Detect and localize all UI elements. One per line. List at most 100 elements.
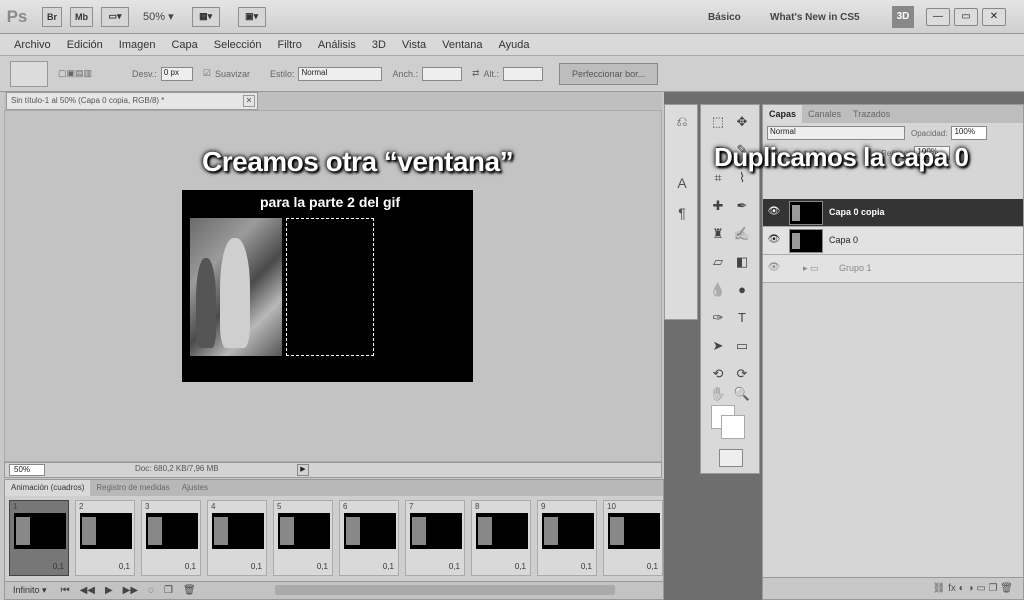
3d-rotate-icon[interactable]: ⟲ bbox=[707, 363, 729, 385]
type-tool-icon[interactable]: T bbox=[731, 307, 753, 329]
close-button[interactable]: ✕ bbox=[982, 8, 1006, 26]
animation-frame[interactable]: 6 0,1 bbox=[339, 500, 399, 576]
opacity-input[interactable]: 100% bbox=[951, 126, 988, 140]
character-panel-icon[interactable]: A bbox=[673, 175, 691, 193]
frame-delay[interactable]: 0,1 bbox=[251, 562, 262, 571]
width-input[interactable] bbox=[421, 66, 462, 81]
menu-archivo[interactable]: Archivo bbox=[14, 39, 51, 51]
animation-frame[interactable]: 2 0,1 bbox=[75, 500, 135, 576]
workspace-whats-new[interactable]: What's New in CS5 bbox=[770, 12, 860, 23]
menu-3d[interactable]: 3D bbox=[372, 39, 386, 51]
frame-delay[interactable]: 0,1 bbox=[515, 562, 526, 571]
quick-mask-button[interactable] bbox=[719, 449, 743, 467]
tab-measurement-log[interactable]: Registro de medidas bbox=[90, 480, 175, 496]
frame-delay[interactable]: 0,1 bbox=[317, 562, 328, 571]
workspace-basico[interactable]: Básico bbox=[708, 12, 741, 23]
3d-orbit-icon[interactable]: ⟳ bbox=[731, 363, 753, 385]
animation-frame[interactable]: 10 0,1 bbox=[603, 500, 663, 576]
tween-icon[interactable]: ◌ bbox=[148, 585, 154, 596]
swap-icon[interactable]: ⇄ bbox=[472, 68, 480, 79]
animation-frame[interactable]: 4 0,1 bbox=[207, 500, 267, 576]
history-panel-icon[interactable]: ⎌ bbox=[673, 113, 691, 131]
animation-frame[interactable]: 7 0,1 bbox=[405, 500, 465, 576]
maximize-button[interactable]: ▭ bbox=[954, 8, 978, 26]
visibility-eye-icon[interactable]: 👁 bbox=[767, 234, 781, 248]
tab-animation[interactable]: Animación (cuadros) bbox=[5, 480, 91, 496]
refine-edge-button[interactable]: Perfeccionar bor... bbox=[559, 62, 659, 85]
screen-mode-button[interactable]: ▣▾ bbox=[237, 6, 266, 27]
delete-frame-icon[interactable]: 🗑 bbox=[183, 585, 196, 596]
menu-analisis[interactable]: Análisis bbox=[318, 39, 356, 51]
menu-capa[interactable]: Capa bbox=[171, 39, 197, 51]
menu-vista[interactable]: Vista bbox=[402, 39, 426, 51]
menu-imagen[interactable]: Imagen bbox=[119, 39, 156, 51]
selection-mode-icons[interactable]: ▢▣▤▥ bbox=[58, 68, 92, 79]
loop-options-select[interactable]: Infinito ▾ bbox=[13, 585, 47, 596]
blend-mode-select[interactable]: Normal bbox=[767, 126, 905, 140]
next-frame-icon[interactable]: ▶▶ bbox=[123, 585, 138, 596]
frame-delay[interactable]: 0,1 bbox=[185, 562, 196, 571]
animation-frame[interactable]: 3 0,1 bbox=[141, 500, 201, 576]
menu-seleccion[interactable]: Selección bbox=[214, 39, 262, 51]
menu-ayuda[interactable]: Ayuda bbox=[499, 39, 530, 51]
document-tab[interactable]: Sin título-1 al 50% (Capa 0 copia, RGB/8… bbox=[6, 92, 258, 110]
style-select[interactable]: Normal bbox=[298, 66, 383, 81]
gradient-tool-icon[interactable]: ◧ bbox=[731, 251, 753, 273]
frame-delay[interactable]: 0,1 bbox=[581, 562, 592, 571]
feather-input[interactable]: 0 px bbox=[160, 66, 193, 81]
mini-bridge-button[interactable]: Mb bbox=[70, 6, 94, 27]
frame-delay[interactable]: 0,1 bbox=[647, 562, 658, 571]
clone-stamp-icon[interactable]: ♜ bbox=[707, 223, 729, 245]
zoom-tool-icon[interactable]: 🔍 bbox=[731, 383, 753, 405]
bridge-button[interactable]: Br bbox=[42, 6, 63, 27]
shape-tool-icon[interactable]: ▭ bbox=[731, 335, 753, 357]
duplicate-frame-icon[interactable]: ❐ bbox=[164, 585, 173, 596]
pen-tool-icon[interactable]: ✑ bbox=[707, 307, 729, 329]
previous-frame-icon[interactable]: ◀◀ bbox=[80, 585, 95, 596]
layer-footer-icons[interactable]: ⛓ fx ◐ ◑ ▭ ❐ 🗑 bbox=[933, 583, 1013, 594]
tab-layers[interactable]: Capas bbox=[763, 105, 803, 123]
hand-tool-icon[interactable]: ✋ bbox=[707, 383, 729, 405]
arrange-documents-button[interactable]: ▦▾ bbox=[191, 6, 220, 27]
animation-frame[interactable]: 8 0,1 bbox=[471, 500, 531, 576]
selection-marquee[interactable] bbox=[286, 218, 374, 356]
antialias-checkbox[interactable]: ☑ bbox=[203, 68, 211, 79]
minimize-button[interactable]: — bbox=[926, 8, 950, 26]
animation-frame[interactable]: 9 0,1 bbox=[537, 500, 597, 576]
frame-delay[interactable]: 0,1 bbox=[119, 562, 130, 571]
menu-filtro[interactable]: Filtro bbox=[277, 39, 301, 51]
status-menu-arrow-icon[interactable]: ▶ bbox=[297, 464, 309, 476]
path-select-icon[interactable]: ➤ bbox=[707, 335, 729, 357]
tab-adjustments[interactable]: Ajustes bbox=[176, 480, 214, 496]
blur-tool-icon[interactable]: 💧 bbox=[707, 279, 729, 301]
dodge-tool-icon[interactable]: ● bbox=[731, 279, 753, 301]
frame-delay[interactable]: 0,1 bbox=[449, 562, 460, 571]
animation-frame[interactable]: 5 0,1 bbox=[273, 500, 333, 576]
tab-channels[interactable]: Canales bbox=[802, 105, 847, 123]
doc-size-info[interactable]: Doc: 680,2 KB/7,96 MB bbox=[135, 464, 219, 473]
eraser-tool-icon[interactable]: ▱ bbox=[707, 251, 729, 273]
healing-brush-icon[interactable]: ✚ bbox=[707, 195, 729, 217]
first-frame-icon[interactable]: ⏮ bbox=[61, 585, 70, 596]
frame-delay[interactable]: 0,1 bbox=[53, 562, 64, 571]
frame-delay[interactable]: 0,1 bbox=[383, 562, 394, 571]
close-document-icon[interactable]: ✕ bbox=[243, 95, 255, 107]
menu-edicion[interactable]: Edición bbox=[67, 39, 103, 51]
animation-scrollbar[interactable] bbox=[275, 585, 615, 595]
zoom-level-select[interactable]: 50% ▾ bbox=[143, 10, 174, 23]
history-brush-icon[interactable]: ✍ bbox=[731, 223, 753, 245]
animation-frame[interactable]: 1 0,1 bbox=[9, 500, 69, 576]
marquee-tool-icon[interactable]: ⬚ bbox=[707, 111, 729, 133]
visibility-eye-icon[interactable]: 👁 bbox=[767, 262, 781, 276]
brush-tool-icon[interactable]: ✒ bbox=[731, 195, 753, 217]
background-color-swatch[interactable] bbox=[721, 415, 745, 439]
play-icon[interactable]: ▶ bbox=[105, 585, 113, 596]
extension-button[interactable]: 3D bbox=[892, 6, 914, 28]
tool-preset-picker[interactable] bbox=[10, 60, 48, 87]
tab-paths[interactable]: Trazados bbox=[847, 105, 896, 123]
layer-row-capa-0[interactable]: 👁 Capa 0 bbox=[763, 227, 1023, 255]
layer-row-capa-0-copia[interactable]: 👁 Capa 0 copia bbox=[763, 199, 1023, 227]
view-extras-button[interactable]: ▭▾ bbox=[101, 6, 130, 27]
height-input[interactable] bbox=[503, 66, 544, 81]
status-zoom-field[interactable]: 50% bbox=[9, 464, 45, 476]
